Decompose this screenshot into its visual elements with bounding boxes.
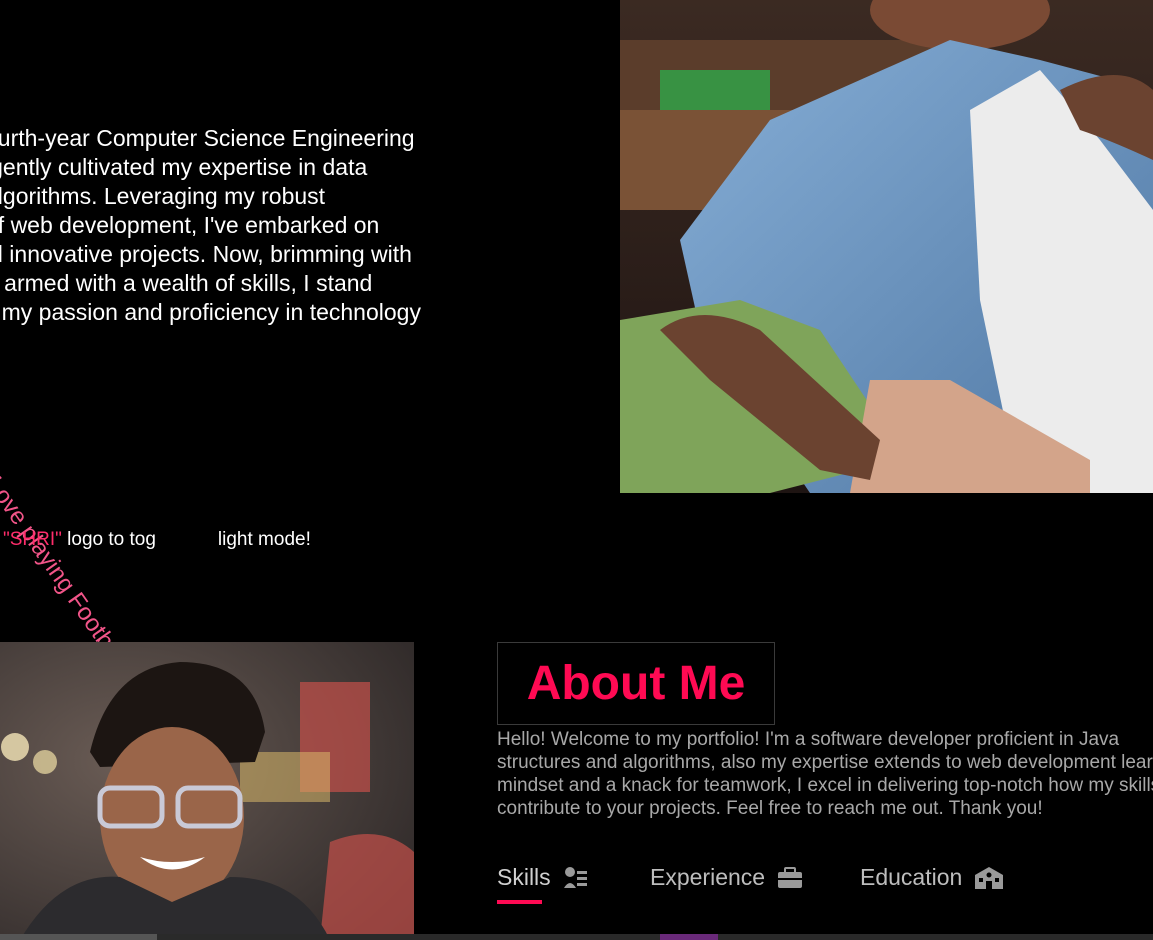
tab-skills[interactable]: Skills [497, 864, 589, 904]
scroll-marker [660, 934, 718, 940]
active-tab-underline [497, 900, 542, 904]
intro-paragraph: ourth-year Computer Science Engineering … [0, 125, 421, 325]
tab-skills-label: Skills [497, 864, 551, 890]
tab-education-label: Education [860, 864, 963, 890]
toggle-hint-end: light mode! [217, 529, 311, 550]
about-title: About Me [526, 657, 746, 710]
tab-experience[interactable]: Experience [650, 864, 803, 891]
logo-word: "SHRI" [3, 529, 62, 550]
toggle-hint-text: logo to tog [61, 529, 156, 550]
briefcase-icon [777, 866, 803, 889]
tab-experience-label: Experience [650, 864, 766, 890]
portrait-photo-top [620, 0, 1153, 493]
portrait-photo-bottom [0, 642, 414, 940]
bottom-scroll-strip [0, 934, 1153, 940]
tab-education[interactable]: Education [860, 864, 1004, 891]
skills-icon [563, 866, 589, 890]
about-title-box: About Me [497, 642, 775, 725]
school-icon [974, 866, 1004, 890]
theme-toggle-hint: "SHRI" logo to tog light mode! [3, 529, 311, 551]
scroll-thumb[interactable] [0, 934, 157, 940]
about-body-text: Hello! Welcome to my portfolio! I'm a so… [497, 729, 1153, 819]
